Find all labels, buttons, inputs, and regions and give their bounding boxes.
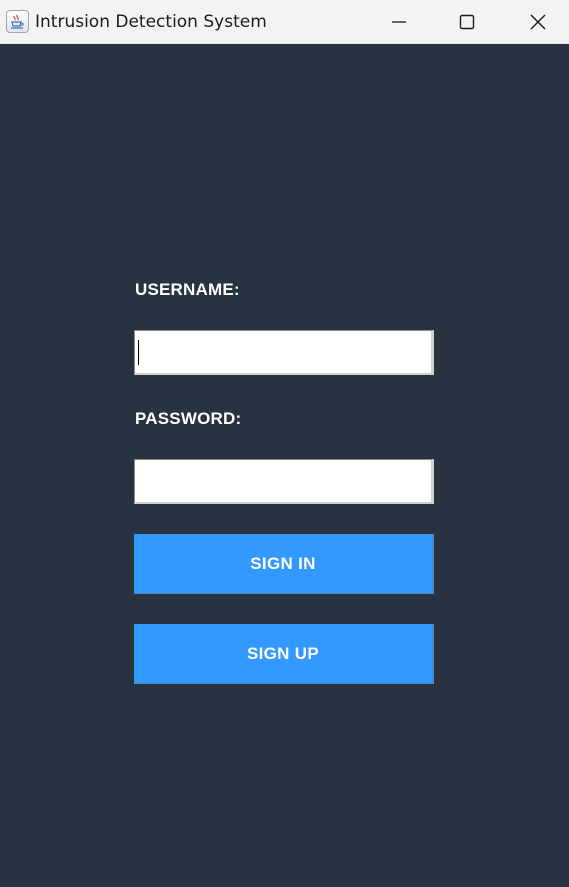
maximize-icon	[459, 14, 475, 29]
window-title: Intrusion Detection System	[35, 12, 267, 32]
sign-up-button[interactable]: SIGN UP	[134, 624, 434, 684]
maximize-button[interactable]	[444, 0, 490, 43]
username-input[interactable]	[134, 330, 434, 375]
minimize-icon	[392, 20, 406, 23]
app-window: Intrusion Detection System USERNAME: PAS…	[0, 0, 569, 887]
close-button[interactable]	[515, 0, 561, 43]
minimize-button[interactable]	[376, 0, 422, 43]
title-bar[interactable]: Intrusion Detection System	[0, 0, 569, 44]
text-caret	[138, 340, 139, 365]
sign-in-button[interactable]: SIGN IN	[134, 534, 434, 594]
username-label: USERNAME:	[135, 280, 240, 299]
password-label: PASSWORD:	[135, 409, 242, 428]
java-coffee-cup-icon	[6, 10, 29, 33]
close-icon	[530, 14, 546, 29]
password-input[interactable]	[134, 459, 434, 504]
